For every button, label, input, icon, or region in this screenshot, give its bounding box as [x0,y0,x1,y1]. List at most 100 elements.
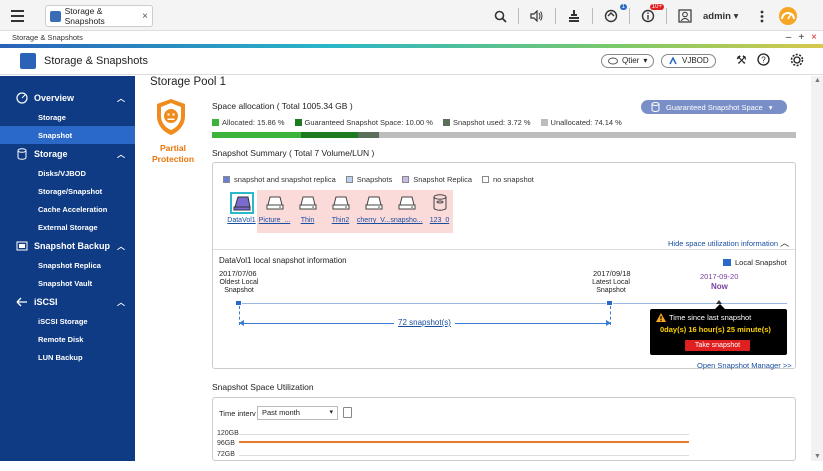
delete-icon[interactable] [343,407,352,418]
capacity-segment [301,132,358,138]
scroll-up-icon[interactable]: ▲ [814,77,821,84]
snapshot-summary-title: Snapshot Summary ( Total 7 Volume/LUN ) [212,148,375,158]
local-snapshot-legend: Local Snapshot [723,258,787,267]
sidebar-item-storage[interactable]: Storage [0,108,135,126]
window-title: Storage & Snapshots [12,33,83,42]
maximize-button[interactable]: + [798,31,804,44]
volume-label: Thin [300,217,315,224]
last-snapshot-popup: Time since last snapshot 0day(s) 16 hour… [650,304,787,355]
vjbod-button[interactable]: VJBOD [661,54,716,68]
minimize-button[interactable]: – [786,31,792,44]
chevron-up-icon: ︿ [780,238,790,248]
snapshot-summary-panel: snapshot and snapshot replica Snapshots … [212,162,796,370]
sidebar-group-label: iSCSI [34,297,58,307]
app-tab[interactable]: Storage & Snapshots × [45,5,153,27]
allocation-legend: Allocated: 15.86 % Guaranteed Snapshot S… [212,118,622,127]
qtier-button[interactable]: Qtier ▾ [601,54,655,68]
scroll-down-icon[interactable]: ▼ [814,453,821,460]
capacity-segment [378,132,796,138]
legend-snapshots: Snapshots [345,175,392,184]
hide-space-info-link[interactable]: Hide space utilization information ︿ [668,236,789,249]
time-interval-select[interactable]: Past month ▾ [257,406,338,420]
more-options-icon[interactable] [752,6,772,26]
help-icon[interactable]: ? [757,53,770,69]
app-title: Storage & Snapshots [44,55,148,67]
divider [666,8,667,24]
volume-icon [229,192,254,214]
gridline [239,455,689,456]
volume-label: DataVol1 [227,217,256,224]
sidebar-item-remote-disk[interactable]: Remote Disk [0,330,135,348]
volume-item[interactable]: Thin [291,190,324,234]
protection-status: Partial Protection [151,143,195,164]
top-bar: Storage & Snapshots × 1 10+ admin ▾ [0,0,823,31]
scrollbar[interactable]: ▲ ▼ [811,76,823,461]
chevron-down-icon: ▾ [643,56,648,65]
snapshot-space-utilization-title: Snapshot Space Utilization [212,382,314,392]
sidebar-item-external-storage[interactable]: External Storage [0,218,135,236]
chevron-down-icon: ▾ [329,409,333,416]
page-title: Storage Pool 1 [150,76,227,88]
sidebar-group-iscsi[interactable]: iSCSI ︿ [0,292,135,312]
chevron-up-icon: ︿ [117,149,125,159]
sidebar-item-disks-vjbod[interactable]: Disks/VJBOD [0,164,135,182]
legend-snapshot-used: Snapshot used: 3.72 % [442,118,531,127]
latest-date: 2017/09/18 [593,269,631,278]
dashboard-icon[interactable] [778,6,798,26]
close-window-button[interactable]: × [811,31,817,44]
volume-item[interactable]: cherry_V... [357,190,390,234]
search-icon[interactable] [490,6,510,26]
sidebar-item-iscsi-storage[interactable]: iSCSI Storage [0,312,135,330]
y-axis-label: 72GB [217,451,235,458]
background-tasks-icon[interactable] [564,6,584,26]
legend-allocated: Allocated: 15.86 % [212,118,285,127]
volume-item[interactable]: Thin2 [324,190,357,234]
sidebar-item-lun-backup[interactable]: LUN Backup [0,348,135,366]
updates-icon[interactable]: 1 [601,4,627,26]
gridline [239,434,689,435]
timeline-axis [235,303,787,304]
warning-icon [656,313,666,322]
y-axis-label: 96GB [217,440,235,447]
user-menu[interactable]: admin ▾ [703,11,738,22]
legend-no-snapshot: no snapshot [482,175,534,184]
updates-badge: 1 [619,4,627,10]
volume-item[interactable]: Picture_... [258,190,291,234]
volume-icon [395,192,419,214]
sidebar-group-overview[interactable]: Overview ︿ [0,88,135,108]
tab-close-icon[interactable]: × [142,11,148,22]
sidebar-item-snapshot[interactable]: Snapshot [0,126,135,144]
volume-list: DataVol1 Picture_... Thin Thin2 cherry_V... s… [225,190,456,234]
window-title-bar: Storage & Snapshots – + × [0,31,823,44]
notification-icon[interactable]: 10+ [638,4,664,26]
snapshot-count-link[interactable]: 72 snapshot(s) [394,318,455,327]
sidebar-item-cache-acceleration[interactable]: Cache Acceleration [0,200,135,218]
window-controls: – + × [786,31,817,44]
volume-icon[interactable] [527,6,547,26]
take-snapshot-button[interactable]: Take snapshot [685,340,750,351]
sidebar-group-label: Storage [34,149,68,159]
tools-icon[interactable]: ⚒ [736,53,747,67]
volume-label: snapsho... [390,217,423,224]
divider [592,8,593,24]
database-icon [651,102,660,112]
sidebar-group-snapshot-backup[interactable]: Snapshot Backup ︿ [0,236,135,256]
volume-item[interactable]: DataVol1 [225,190,258,234]
shield-icon [157,99,185,135]
y-axis-label: 120GB [217,430,239,437]
open-snapshot-manager-link[interactable]: Open Snapshot Manager >> [697,361,792,370]
local-snapshot-icon [723,259,731,266]
snapshot-backup-icon [16,240,28,252]
sidebar-group-storage[interactable]: Storage ︿ [0,144,135,164]
legend-snapshot-replica: Snapshot Replica [402,175,472,184]
volume-item[interactable]: 123_0 [423,190,456,234]
guaranteed-snapshot-space-button[interactable]: Guaranteed Snapshot Space ▾ [641,100,787,114]
latest-label: Latest Local Snapshot [592,279,630,294]
main-menu-button[interactable] [6,5,28,26]
volume-item[interactable]: snapsho... [390,190,423,234]
user-icon[interactable] [675,6,695,26]
sidebar-item-snapshot-vault[interactable]: Snapshot Vault [0,274,135,292]
sidebar-item-storage-snapshot[interactable]: Storage/Snapshot [0,182,135,200]
sidebar-item-snapshot-replica[interactable]: Snapshot Replica [0,256,135,274]
settings-gear-icon[interactable] [790,53,804,70]
